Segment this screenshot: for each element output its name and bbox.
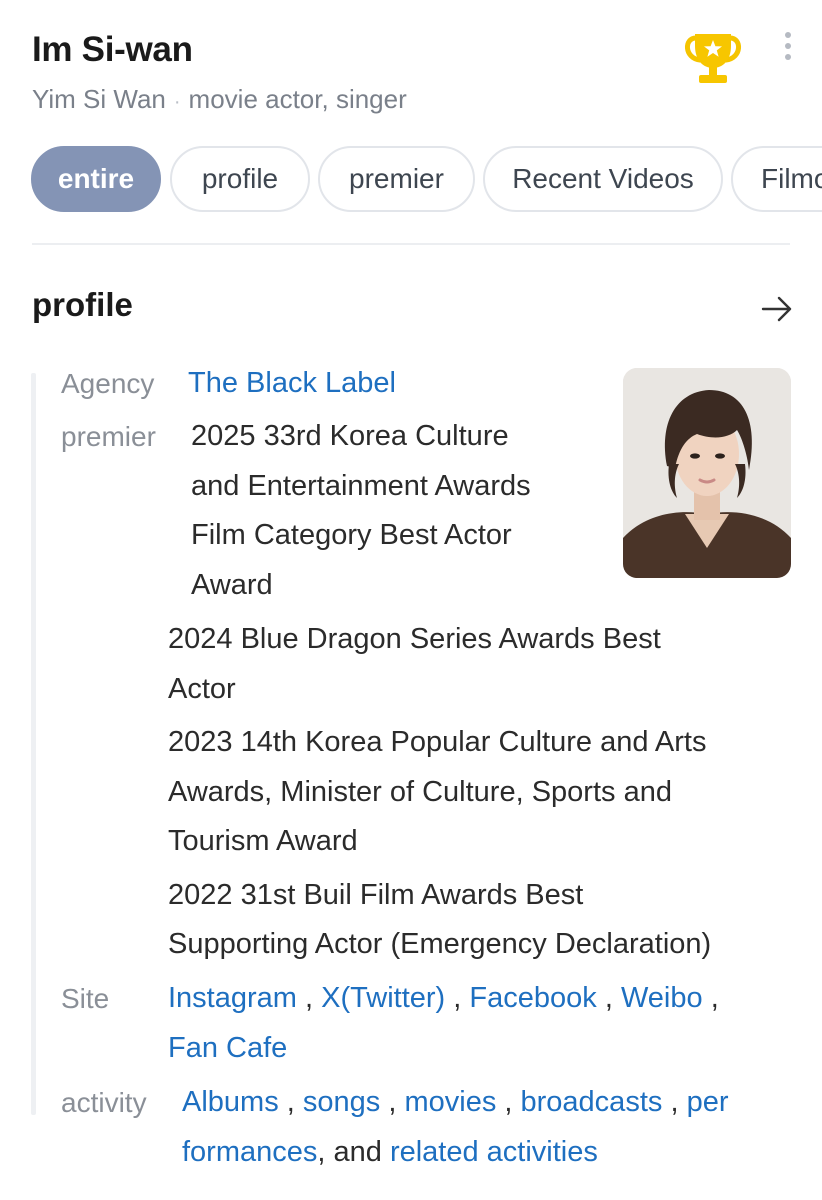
site-label: Site bbox=[61, 983, 110, 1014]
tab-premier[interactable]: premier bbox=[318, 146, 475, 212]
tab-recent-videos[interactable]: Recent Videos bbox=[483, 146, 723, 212]
separator: , bbox=[453, 982, 462, 1014]
agency-value: The Black Label bbox=[188, 359, 396, 409]
separator: , bbox=[286, 1086, 295, 1118]
premier-line: Film Category Best Actor bbox=[191, 519, 512, 551]
instagram-link[interactable]: Instagram bbox=[168, 982, 297, 1014]
page-title: Im Si-wan bbox=[32, 30, 193, 69]
tab-bar: entire profile premier Recent Videos Fil… bbox=[0, 146, 822, 218]
premier-line: Tourism Award bbox=[168, 825, 358, 857]
section-title: profile bbox=[32, 286, 133, 323]
premier-line: and Entertainment Awards bbox=[191, 469, 531, 502]
separator: , bbox=[710, 982, 719, 1014]
separator: , bbox=[504, 1086, 513, 1118]
premier-line: Actor bbox=[168, 672, 236, 705]
separator: , bbox=[670, 1086, 679, 1118]
premier-label: premier bbox=[61, 421, 156, 452]
activity-label: activity bbox=[61, 1087, 147, 1118]
info-rail bbox=[31, 373, 36, 1115]
divider bbox=[32, 243, 790, 245]
premier-first-award: 2025 33rd Korea Culture and Entertainmen… bbox=[191, 412, 531, 610]
separator: , bbox=[388, 1086, 397, 1118]
arrow-right-icon[interactable] bbox=[760, 292, 794, 326]
premier-line: 2025 33rd Korea Culture bbox=[191, 420, 509, 452]
premier-line: 2024 Blue Dragon Series Awards Best bbox=[168, 623, 661, 655]
facebook-link[interactable]: Facebook bbox=[469, 982, 596, 1014]
header: Im Si-wan Yim Si Wan · movie actor, singer bbox=[0, 0, 822, 130]
tab-profile[interactable]: profile bbox=[170, 146, 310, 212]
twitter-link[interactable]: X(Twitter) bbox=[321, 982, 445, 1014]
subtitle-role: movie actor, singer bbox=[188, 84, 407, 114]
weibo-link[interactable]: Weibo bbox=[621, 982, 703, 1014]
site-links: Instagram , X(Twitter) , Facebook , Weib… bbox=[168, 974, 719, 1073]
separator: , bbox=[305, 982, 314, 1014]
profile-photo[interactable] bbox=[623, 368, 791, 578]
activity-links: Albums , songs , movies , broadcasts , p… bbox=[182, 1078, 728, 1177]
tab-filmography[interactable]: Filmography bbox=[731, 146, 822, 212]
more-vertical-icon[interactable] bbox=[774, 32, 802, 66]
fan-cafe-link[interactable]: Fan Cafe bbox=[168, 1032, 287, 1064]
premier-line: 2023 14th Korea Popular Culture and Arts bbox=[168, 726, 707, 758]
subtitle-name: Yim Si Wan bbox=[32, 84, 166, 114]
separator: , bbox=[604, 982, 613, 1014]
subtitle: Yim Si Wan · movie actor, singer bbox=[32, 84, 407, 115]
premier-line: Supporting Actor (Emergency Declaration) bbox=[168, 928, 712, 960]
and-text: , and bbox=[317, 1135, 382, 1168]
performances-link-cont[interactable]: formances bbox=[182, 1136, 317, 1168]
movies-link[interactable]: movies bbox=[404, 1086, 496, 1118]
subtitle-separator: · bbox=[173, 91, 181, 113]
performances-link[interactable]: per bbox=[687, 1086, 729, 1118]
premier-more-awards: 2024 Blue Dragon Series Awards Best Acto… bbox=[168, 615, 711, 970]
related-activities-link[interactable]: related activities bbox=[390, 1136, 598, 1168]
broadcasts-link[interactable]: broadcasts bbox=[521, 1086, 663, 1118]
albums-link[interactable]: Albums bbox=[182, 1086, 279, 1118]
premier-line: Awards, Minister of Culture, Sports and bbox=[168, 775, 672, 808]
songs-link[interactable]: songs bbox=[303, 1086, 380, 1118]
agency-link[interactable]: The Black Label bbox=[188, 367, 396, 399]
agency-label: Agency bbox=[61, 368, 155, 399]
premier-line: Award bbox=[191, 568, 273, 601]
tab-entire[interactable]: entire bbox=[31, 146, 161, 212]
premier-line: 2022 31st Buil Film Awards Best bbox=[168, 878, 584, 911]
trophy-icon[interactable] bbox=[682, 30, 744, 88]
